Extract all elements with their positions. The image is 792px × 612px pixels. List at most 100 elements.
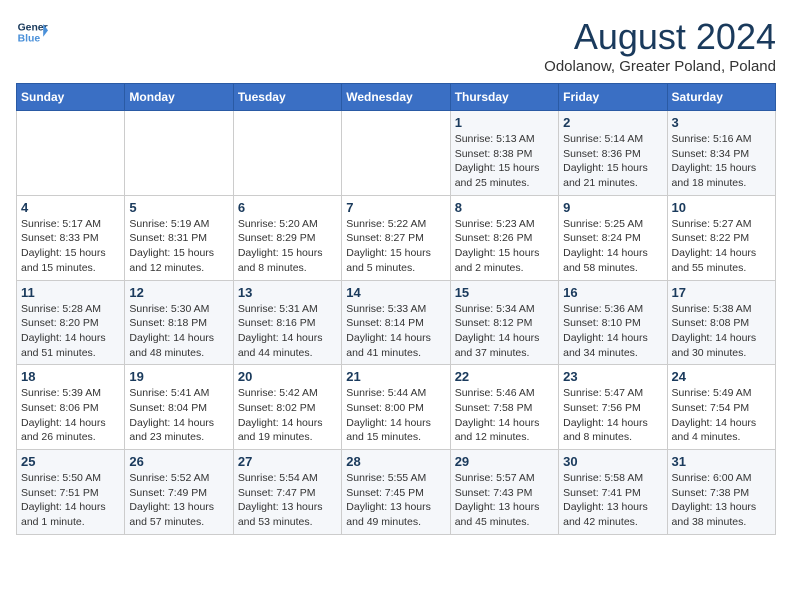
cell-date-number: 28: [346, 454, 445, 469]
cell-date-number: 8: [455, 200, 554, 215]
cell-date-number: 19: [129, 369, 228, 384]
weekday-header-friday: Friday: [559, 84, 667, 111]
cell-date-number: 1: [455, 115, 554, 130]
weekday-header-saturday: Saturday: [667, 84, 775, 111]
cell-sun-info: Sunrise: 5:16 AMSunset: 8:34 PMDaylight:…: [672, 132, 771, 191]
calendar-cell: 6 Sunrise: 5:20 AMSunset: 8:29 PMDaylight…: [233, 195, 341, 280]
cell-date-number: 11: [21, 285, 120, 300]
calendar-cell: 13 Sunrise: 5:31 AMSunset: 8:16 PMDayligh…: [233, 280, 341, 365]
cell-sun-info: Sunrise: 5:46 AMSunset: 7:58 PMDaylight:…: [455, 386, 554, 445]
calendar-cell: 11 Sunrise: 5:28 AMSunset: 8:20 PMDayligh…: [17, 280, 125, 365]
month-year-title: August 2024: [544, 16, 776, 58]
calendar-cell: 29 Sunrise: 5:57 AMSunset: 7:43 PMDayligh…: [450, 450, 558, 535]
cell-sun-info: Sunrise: 5:50 AMSunset: 7:51 PMDaylight:…: [21, 471, 120, 530]
cell-date-number: 13: [238, 285, 337, 300]
cell-date-number: 31: [672, 454, 771, 469]
calendar-cell: 3 Sunrise: 5:16 AMSunset: 8:34 PMDaylight…: [667, 111, 775, 196]
cell-date-number: 15: [455, 285, 554, 300]
calendar-cell: 19 Sunrise: 5:41 AMSunset: 8:04 PMDayligh…: [125, 365, 233, 450]
calendar-cell: 22 Sunrise: 5:46 AMSunset: 7:58 PMDayligh…: [450, 365, 558, 450]
weekday-header-thursday: Thursday: [450, 84, 558, 111]
calendar-cell: [233, 111, 341, 196]
cell-date-number: 22: [455, 369, 554, 384]
cell-sun-info: Sunrise: 5:57 AMSunset: 7:43 PMDaylight:…: [455, 471, 554, 530]
cell-sun-info: Sunrise: 5:14 AMSunset: 8:36 PMDaylight:…: [563, 132, 662, 191]
cell-sun-info: Sunrise: 5:30 AMSunset: 8:18 PMDaylight:…: [129, 302, 228, 361]
calendar-cell: 25 Sunrise: 5:50 AMSunset: 7:51 PMDayligh…: [17, 450, 125, 535]
calendar-cell: 14 Sunrise: 5:33 AMSunset: 8:14 PMDayligh…: [342, 280, 450, 365]
cell-sun-info: Sunrise: 5:44 AMSunset: 8:00 PMDaylight:…: [346, 386, 445, 445]
cell-sun-info: Sunrise: 6:00 AMSunset: 7:38 PMDaylight:…: [672, 471, 771, 530]
cell-sun-info: Sunrise: 5:27 AMSunset: 8:22 PMDaylight:…: [672, 217, 771, 276]
cell-sun-info: Sunrise: 5:54 AMSunset: 7:47 PMDaylight:…: [238, 471, 337, 530]
cell-date-number: 24: [672, 369, 771, 384]
cell-sun-info: Sunrise: 5:42 AMSunset: 8:02 PMDaylight:…: [238, 386, 337, 445]
cell-date-number: 18: [21, 369, 120, 384]
calendar-cell: 4Sunrise: 5:17 AMSunset: 8:33 PMDaylight…: [17, 195, 125, 280]
cell-sun-info: Sunrise: 5:39 AMSunset: 8:06 PMDaylight:…: [21, 386, 120, 445]
cell-sun-info: Sunrise: 5:38 AMSunset: 8:08 PMDaylight:…: [672, 302, 771, 361]
cell-sun-info: Sunrise: 5:34 AMSunset: 8:12 PMDaylight:…: [455, 302, 554, 361]
calendar-cell: 18 Sunrise: 5:39 AMSunset: 8:06 PMDayligh…: [17, 365, 125, 450]
cell-date-number: 6: [238, 200, 337, 215]
cell-date-number: 3: [672, 115, 771, 130]
calendar-cell: 21 Sunrise: 5:44 AMSunset: 8:00 PMDayligh…: [342, 365, 450, 450]
cell-sun-info: Sunrise: 5:31 AMSunset: 8:16 PMDaylight:…: [238, 302, 337, 361]
calendar-cell: 15 Sunrise: 5:34 AMSunset: 8:12 PMDayligh…: [450, 280, 558, 365]
calendar-cell: 24Sunrise: 5:49 AMSunset: 7:54 PMDayligh…: [667, 365, 775, 450]
cell-date-number: 16: [563, 285, 662, 300]
calendar-cell: 30 Sunrise: 5:58 AMSunset: 7:41 PMDayligh…: [559, 450, 667, 535]
weekday-header-wednesday: Wednesday: [342, 84, 450, 111]
calendar-cell: 31 Sunrise: 6:00 AMSunset: 7:38 PMDayligh…: [667, 450, 775, 535]
cell-sun-info: Sunrise: 5:23 AMSunset: 8:26 PMDaylight:…: [455, 217, 554, 276]
logo: General Blue: [16, 16, 48, 48]
logo-icon: General Blue: [16, 16, 48, 48]
calendar-cell: 27 Sunrise: 5:54 AMSunset: 7:47 PMDayligh…: [233, 450, 341, 535]
cell-sun-info: Sunrise: 5:55 AMSunset: 7:45 PMDaylight:…: [346, 471, 445, 530]
cell-date-number: 5: [129, 200, 228, 215]
cell-date-number: 20: [238, 369, 337, 384]
cell-date-number: 27: [238, 454, 337, 469]
calendar-cell: [17, 111, 125, 196]
cell-date-number: 26: [129, 454, 228, 469]
cell-date-number: 12: [129, 285, 228, 300]
calendar-table: SundayMondayTuesdayWednesdayThursdayFrid…: [16, 83, 776, 535]
calendar-cell: 9 Sunrise: 5:25 AMSunset: 8:24 PMDaylight…: [559, 195, 667, 280]
cell-sun-info: Sunrise: 5:33 AMSunset: 8:14 PMDaylight:…: [346, 302, 445, 361]
cell-date-number: 7: [346, 200, 445, 215]
cell-date-number: 25: [21, 454, 120, 469]
calendar-cell: 12 Sunrise: 5:30 AMSunset: 8:18 PMDayligh…: [125, 280, 233, 365]
cell-date-number: 10: [672, 200, 771, 215]
calendar-cell: 8 Sunrise: 5:23 AMSunset: 8:26 PMDaylight…: [450, 195, 558, 280]
cell-sun-info: Sunrise: 5:28 AMSunset: 8:20 PMDaylight:…: [21, 302, 120, 361]
calendar-cell: 17 Sunrise: 5:38 AMSunset: 8:08 PMDayligh…: [667, 280, 775, 365]
weekday-header-sunday: Sunday: [17, 84, 125, 111]
calendar-cell: 2Sunrise: 5:14 AMSunset: 8:36 PMDaylight…: [559, 111, 667, 196]
calendar-cell: 26 Sunrise: 5:52 AMSunset: 7:49 PMDayligh…: [125, 450, 233, 535]
calendar-cell: 28 Sunrise: 5:55 AMSunset: 7:45 PMDayligh…: [342, 450, 450, 535]
calendar-cell: 7Sunrise: 5:22 AMSunset: 8:27 PMDaylight…: [342, 195, 450, 280]
cell-sun-info: Sunrise: 5:58 AMSunset: 7:41 PMDaylight:…: [563, 471, 662, 530]
cell-date-number: 14: [346, 285, 445, 300]
cell-sun-info: Sunrise: 5:19 AMSunset: 8:31 PMDaylight:…: [129, 217, 228, 276]
cell-sun-info: Sunrise: 5:20 AMSunset: 8:29 PMDaylight:…: [238, 217, 337, 276]
cell-sun-info: Sunrise: 5:36 AMSunset: 8:10 PMDaylight:…: [563, 302, 662, 361]
weekday-header-tuesday: Tuesday: [233, 84, 341, 111]
calendar-cell: 5 Sunrise: 5:19 AMSunset: 8:31 PMDaylight…: [125, 195, 233, 280]
cell-date-number: 9: [563, 200, 662, 215]
calendar-cell: 1 Sunrise: 5:13 AMSunset: 8:38 PMDaylight…: [450, 111, 558, 196]
cell-sun-info: Sunrise: 5:17 AMSunset: 8:33 PMDaylight:…: [21, 217, 120, 276]
cell-sun-info: Sunrise: 5:52 AMSunset: 7:49 PMDaylight:…: [129, 471, 228, 530]
cell-sun-info: Sunrise: 5:41 AMSunset: 8:04 PMDaylight:…: [129, 386, 228, 445]
cell-date-number: 21: [346, 369, 445, 384]
cell-date-number: 30: [563, 454, 662, 469]
cell-sun-info: Sunrise: 5:13 AMSunset: 8:38 PMDaylight:…: [455, 132, 554, 191]
svg-text:Blue: Blue: [18, 34, 41, 45]
cell-date-number: 29: [455, 454, 554, 469]
cell-date-number: 23: [563, 369, 662, 384]
calendar-cell: 20 Sunrise: 5:42 AMSunset: 8:02 PMDayligh…: [233, 365, 341, 450]
cell-date-number: 17: [672, 285, 771, 300]
calendar-cell: [342, 111, 450, 196]
page-header: General Blue August 2024 Odolanow, Great…: [16, 16, 776, 75]
cell-sun-info: Sunrise: 5:25 AMSunset: 8:24 PMDaylight:…: [563, 217, 662, 276]
